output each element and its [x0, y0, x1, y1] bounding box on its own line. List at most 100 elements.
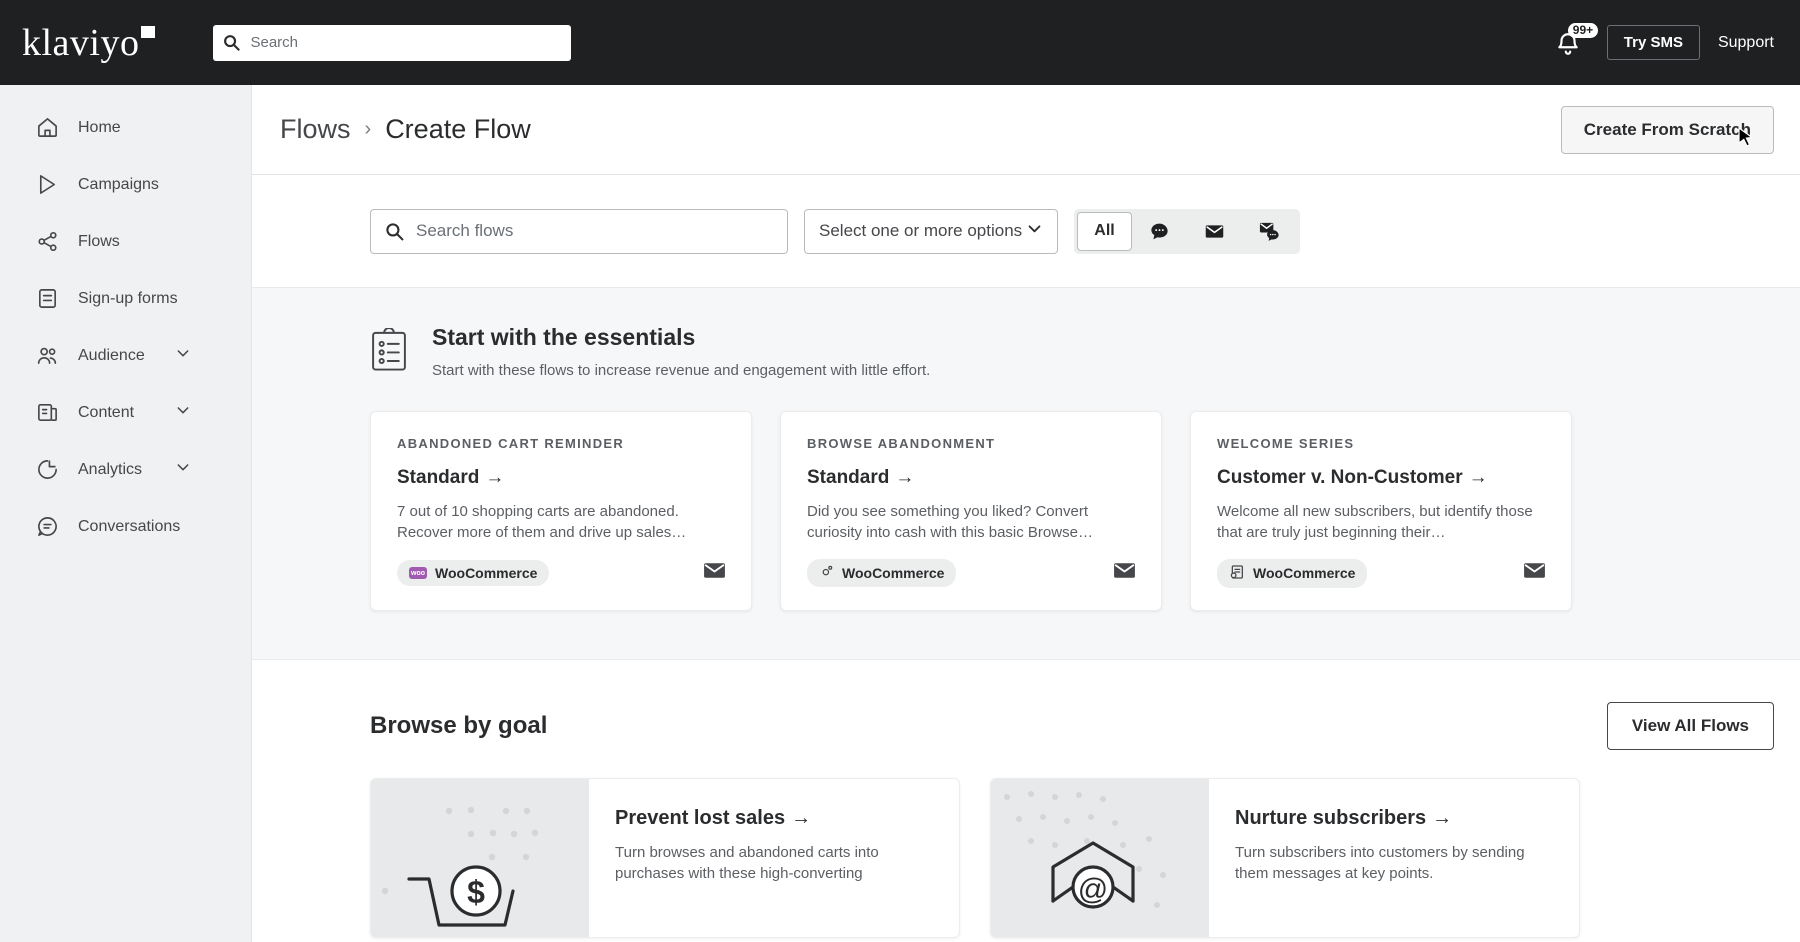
search-icon [386, 222, 404, 240]
card-footer: woo WooCommerce [397, 558, 727, 588]
conversations-icon [34, 514, 60, 540]
search-icon [224, 35, 241, 51]
browse-by-goal-section: Browse by goal View All Flows $ Prevent … [252, 660, 1800, 938]
sidebar-item-label: Flows [78, 232, 120, 250]
sidebar: Home Campaigns Flows Sign-up forms Audie… [0, 85, 252, 942]
channel-filter-sms[interactable] [1132, 212, 1187, 251]
card-description: 7 out of 10 shopping carts are abandoned… [397, 503, 687, 541]
essentials-header: Start with the essentials Start with the… [370, 324, 1800, 379]
content-icon [34, 400, 60, 426]
sidebar-item-label: Audience [78, 346, 145, 364]
logo-text: klaviyo [22, 21, 140, 64]
goal-thumbnail: @ [991, 779, 1209, 937]
goal-card[interactable]: @ Nurture subscribers → Turn subscribers … [990, 778, 1580, 938]
gear-icon [819, 564, 834, 582]
sidebar-item-label: Campaigns [78, 175, 159, 193]
goal-card-list: $ Prevent lost sales → Turn browses and a… [370, 778, 1774, 938]
breadcrumb-separator: › [364, 118, 372, 140]
flow-filter-value: Select one or more options [819, 221, 1023, 240]
chevron-down-icon [175, 459, 191, 480]
try-sms-button[interactable]: Try SMS [1606, 25, 1700, 60]
integration-chip: WooCommerce [1217, 558, 1368, 588]
notifications-button[interactable]: 99+ [1555, 22, 1599, 60]
essentials-subtitle: Start with these flows to increase reven… [432, 362, 931, 379]
search-flows-placeholder: Search flows [416, 221, 514, 240]
card-title: Standard → [397, 467, 727, 489]
card-title: Customer v. Non-Customer → [1217, 467, 1547, 489]
support-link[interactable]: Support [1718, 34, 1774, 52]
card-title-text: Standard [397, 467, 480, 488]
card-eyebrow: WELCOME SERIES [1217, 436, 1355, 451]
channel-filter-all[interactable]: All [1077, 211, 1132, 251]
logo-mark-icon [141, 25, 156, 38]
card-description: Did you see something you liked? Convert… [807, 503, 1093, 541]
essentials-title: Start with the essentials [432, 324, 696, 350]
create-from-scratch-label: Create From Scratch [1583, 119, 1751, 139]
campaigns-icon [34, 172, 60, 198]
channel-filter-group: All [1074, 208, 1300, 254]
goal-card[interactable]: $ Prevent lost sales → Turn browses and a… [370, 778, 960, 938]
sidebar-item-sign-up-forms[interactable]: Sign-up forms [0, 270, 251, 327]
chevron-down-icon [1026, 220, 1043, 242]
channel-filter-all-label: All [1094, 222, 1115, 239]
card-footer: WooCommerce [1217, 558, 1547, 588]
flow-filter-select[interactable]: Select one or more options [804, 208, 1058, 254]
arrow-right-icon: → [1468, 467, 1488, 488]
signup-forms-icon [34, 286, 60, 312]
mouse-cursor [1738, 127, 1754, 147]
audience-icon [34, 343, 60, 369]
sidebar-item-home[interactable]: Home [0, 99, 251, 156]
integration-chip: woo WooCommerce [397, 560, 550, 586]
goal-title-text: Prevent lost sales [615, 807, 786, 829]
card-title-text: Standard [807, 467, 890, 488]
flow-template-card[interactable]: BROWSE ABANDONMENT Standard → Did you see… [780, 411, 1162, 611]
goal-thumbnail: $ [371, 779, 589, 937]
browse-by-goal-title: Browse by goal [370, 712, 548, 739]
top-bar: klaviyo Search 99+ Try SMS Support [0, 0, 1800, 85]
integration-label: WooCommerce [842, 565, 945, 581]
sidebar-item-analytics[interactable]: Analytics [0, 441, 251, 498]
card-title: Standard → [807, 467, 1137, 489]
integration-label: WooCommerce [435, 565, 538, 581]
notifications-badge: 99+ [1567, 22, 1599, 38]
goal-title: Prevent lost sales → [615, 807, 937, 830]
chevron-down-icon [175, 402, 191, 423]
global-search-placeholder: Search [250, 34, 299, 51]
goal-body: Nurture subscribers → Turn subscribers in… [1209, 779, 1579, 937]
chevron-down-icon [175, 345, 191, 366]
svg-text:$: $ [467, 874, 485, 910]
sidebar-item-audience[interactable]: Audience [0, 327, 251, 384]
integration-chip: WooCommerce [807, 559, 957, 587]
search-flows-input[interactable]: Search flows [370, 208, 788, 254]
sidebar-item-label: Sign-up forms [78, 289, 178, 307]
channel-filter-email-and-sms[interactable] [1242, 212, 1297, 251]
view-all-flows-button[interactable]: View All Flows [1606, 702, 1774, 750]
sidebar-item-label: Conversations [78, 517, 181, 535]
arrow-right-icon: → [791, 807, 812, 829]
goal-title: Nurture subscribers → [1235, 807, 1557, 830]
breadcrumb-parent[interactable]: Flows [280, 114, 351, 145]
card-title-text: Customer v. Non-Customer [1217, 467, 1463, 488]
channel-filter-email[interactable] [1187, 212, 1242, 251]
flow-template-card[interactable]: WELCOME SERIES Customer v. Non-Customer →… [1190, 411, 1572, 611]
home-icon [34, 115, 60, 141]
flow-template-card[interactable]: ABANDONED CART REMINDER Standard → 7 out … [370, 411, 752, 611]
sidebar-item-campaigns[interactable]: Campaigns [0, 156, 251, 213]
svg-text:@: @ [1078, 873, 1108, 906]
sidebar-item-label: Home [78, 118, 121, 136]
analytics-icon [34, 457, 60, 483]
global-search-input[interactable]: Search [213, 24, 572, 61]
sidebar-item-label: Content [78, 403, 135, 421]
email-envelope-icon [1205, 224, 1224, 238]
sidebar-item-conversations[interactable]: Conversations [0, 498, 251, 555]
essentials-section: Start with the essentials Start with the… [252, 287, 1800, 660]
goal-description: Turn browses and abandoned carts into pu… [615, 844, 879, 883]
klaviyo-logo[interactable]: klaviyo [22, 21, 156, 64]
sidebar-item-content[interactable]: Content [0, 384, 251, 441]
sidebar-item-flows[interactable]: Flows [0, 213, 251, 270]
envelope-with-at-sign-icon: @ [1004, 791, 1166, 909]
goal-description: Turn subscribers into customers by sendi… [1235, 844, 1525, 883]
page-title: Create Flow [385, 114, 531, 144]
email-and-sms-icon [1259, 222, 1279, 241]
card-eyebrow: BROWSE ABANDONMENT [807, 436, 996, 451]
